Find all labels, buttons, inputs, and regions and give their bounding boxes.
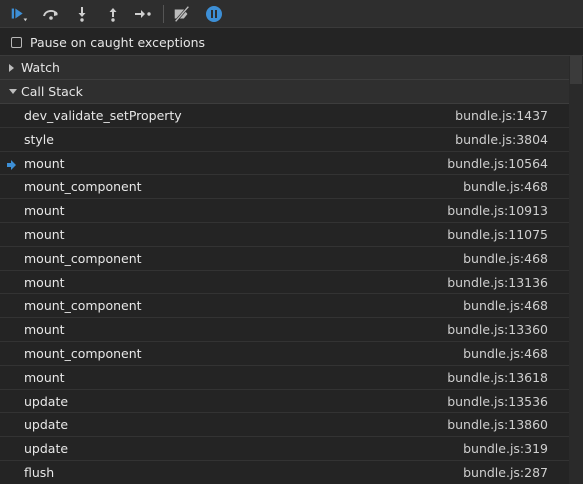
frame-function-name: mount — [24, 274, 65, 290]
step-over-icon[interactable] — [41, 4, 61, 24]
call-stack-section-title: Call Stack — [21, 84, 83, 99]
pause-on-exceptions-icon[interactable] — [204, 4, 224, 24]
current-frame-arrow-icon — [7, 158, 17, 173]
step-into-icon[interactable] — [72, 4, 92, 24]
call-stack-frame[interactable]: mount_component bundle.js:468 — [0, 294, 569, 319]
chevron-right-icon — [9, 64, 14, 72]
frame-function-name: mount_component — [24, 250, 142, 266]
frame-location[interactable]: bundle.js:13136 — [447, 275, 548, 290]
call-stack-frame[interactable]: mount bundle.js:10913 — [0, 199, 569, 223]
frame-function-name: flush — [24, 464, 55, 480]
frame-function-name: mount — [24, 226, 65, 242]
call-stack-frame[interactable]: mount bundle.js:13136 — [0, 271, 569, 295]
frame-function-name: update — [24, 393, 69, 409]
call-stack-frame[interactable]: update bundle.js:13536 — [0, 390, 569, 414]
resume-icon[interactable] — [9, 4, 29, 24]
frame-function-name: mount_component — [24, 298, 142, 314]
step-icon[interactable] — [133, 4, 153, 24]
frame-function-name: update — [24, 417, 69, 433]
call-stack-frame[interactable]: mount bundle.js:10564 — [0, 152, 569, 176]
call-stack-frame[interactable]: dev_validate_setProperty bundle.js:1437 — [0, 104, 569, 128]
frame-location[interactable]: bundle.js:13360 — [447, 322, 548, 337]
frame-function-name: mount — [24, 369, 65, 385]
debugger-toolbar — [0, 0, 583, 28]
frame-function-name: mount_component — [24, 179, 142, 195]
frame-location[interactable]: bundle.js:13536 — [447, 394, 548, 409]
step-out-icon[interactable] — [103, 4, 123, 24]
call-stack-frame[interactable]: update bundle.js:319 — [0, 437, 569, 461]
frame-location[interactable]: bundle.js:10913 — [447, 203, 548, 218]
call-stack-frame[interactable]: flush bundle.js:287 — [0, 461, 569, 484]
call-stack-frame[interactable]: mount_component bundle.js:468 — [0, 175, 569, 200]
frame-location[interactable]: bundle.js:10564 — [447, 156, 548, 171]
scrollbar-thumb[interactable] — [570, 56, 582, 84]
frame-function-name: update — [24, 441, 69, 457]
frame-function-name: style — [24, 131, 54, 147]
frame-location[interactable]: bundle.js:468 — [463, 346, 548, 361]
frame-location[interactable]: bundle.js:319 — [463, 441, 548, 456]
frame-function-name: mount — [24, 203, 65, 219]
frame-function-name: mount_component — [24, 345, 142, 361]
pause-on-caught-checkbox[interactable] — [11, 37, 22, 48]
call-stack-frame[interactable]: mount bundle.js:13618 — [0, 366, 569, 390]
watch-section-title: Watch — [21, 60, 60, 75]
frame-location[interactable]: bundle.js:1437 — [455, 108, 548, 123]
frame-location[interactable]: bundle.js:287 — [463, 465, 548, 480]
pause-on-caught-label: Pause on caught exceptions — [30, 35, 206, 50]
frame-location[interactable]: bundle.js:13618 — [447, 370, 548, 385]
frame-function-name: dev_validate_setProperty — [24, 108, 182, 123]
watch-section-header[interactable]: Watch — [0, 56, 569, 80]
frame-function-name: mount — [24, 155, 65, 171]
deactivate-breakpoints-icon[interactable] — [172, 4, 192, 24]
call-stack-list: dev_validate_setProperty bundle.js:1437 st… — [0, 104, 569, 484]
frame-location[interactable]: bundle.js:3804 — [455, 132, 548, 147]
call-stack-frame[interactable]: mount bundle.js:13360 — [0, 318, 569, 342]
pause-on-caught-row[interactable]: Pause on caught exceptions — [0, 29, 583, 56]
frame-location[interactable]: bundle.js:13860 — [447, 417, 548, 432]
call-stack-frame[interactable]: mount_component bundle.js:468 — [0, 247, 569, 271]
frame-location[interactable]: bundle.js:468 — [463, 298, 548, 313]
call-stack-frame[interactable]: mount bundle.js:11075 — [0, 223, 569, 247]
scrollbar-track[interactable] — [569, 56, 583, 484]
call-stack-frame[interactable]: update bundle.js:13860 — [0, 413, 569, 438]
call-stack-frame[interactable]: style bundle.js:3804 — [0, 128, 569, 152]
frame-function-name: mount — [24, 322, 65, 338]
frame-location[interactable]: bundle.js:11075 — [447, 227, 548, 242]
frame-location[interactable]: bundle.js:468 — [463, 179, 548, 194]
toolbar-separator — [163, 5, 164, 23]
call-stack-frame[interactable]: mount_component bundle.js:468 — [0, 342, 569, 366]
frame-location[interactable]: bundle.js:468 — [463, 251, 548, 266]
chevron-down-icon — [9, 89, 17, 94]
call-stack-section-header[interactable]: Call Stack — [0, 80, 569, 104]
